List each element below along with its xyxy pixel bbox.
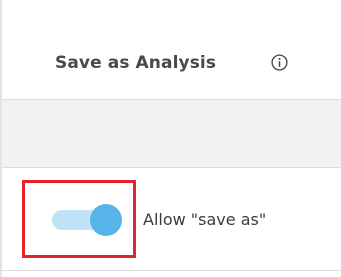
header-spacer-row: [2, 100, 341, 168]
column-header-title: Save as Analysis: [55, 53, 217, 73]
toggle-knob: [90, 204, 122, 236]
column-header: Save as Analysis: [2, 0, 341, 100]
info-icon[interactable]: [271, 54, 288, 71]
allow-save-as-toggle[interactable]: [52, 204, 124, 236]
info-icon-graphic: [271, 54, 288, 71]
save-as-analysis-panel: Save as Analysis Allow "save as": [0, 0, 341, 277]
allow-save-as-label: Allow "save as": [143, 210, 267, 229]
